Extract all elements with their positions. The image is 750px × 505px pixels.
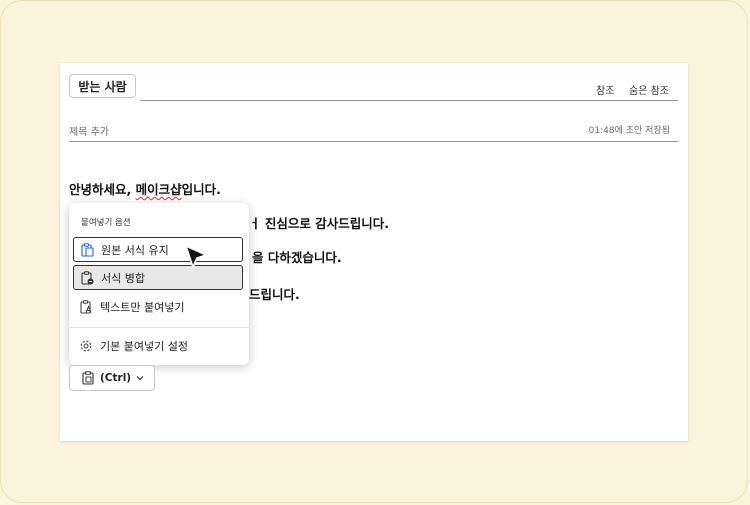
keep-text-only-label: 텍스트만 붙여넣기 (100, 300, 185, 314)
body-line-4[interactable]: 드립니다. (249, 284, 300, 303)
subject-input[interactable]: 제목 추가 (69, 123, 109, 138)
chevron-down-icon (136, 374, 144, 383)
subject-underline (69, 141, 678, 142)
set-default-paste-label: 기본 붙여넣기 설정 (100, 339, 188, 353)
merge-formatting-option[interactable]: 서식 병합 (73, 265, 243, 290)
body-line-greeting[interactable]: 안녕하세요, 메이크샵입니다. (69, 179, 221, 198)
draft-saved-status: 01:48에 초안 저장됨 (588, 126, 670, 136)
body-line-2[interactable]: ㅓ 진심으로 감사드립니다. (249, 213, 389, 232)
to-button[interactable]: 받는 사람 (69, 74, 136, 98)
clipboard-icon (82, 371, 94, 385)
clipboard-keep-icon (80, 242, 94, 257)
greeting-prefix: 안녕하세요, (69, 182, 136, 197)
menu-divider (69, 327, 249, 328)
body-line-3[interactable]: 을 다하겠습니다. (252, 247, 342, 266)
to-input[interactable] (140, 100, 678, 101)
mouse-cursor-icon (183, 244, 209, 274)
greeting-name: 메이크샵 (135, 182, 182, 197)
keep-text-only-option[interactable]: 텍스트만 붙여넣기 (73, 294, 243, 319)
bcc-link[interactable]: 숨은 참조 (629, 82, 669, 97)
greeting-suffix: 입니다. (181, 182, 221, 197)
clipboard-merge-icon (80, 270, 94, 285)
paste-options-button-label: (Ctrl) (100, 372, 132, 384)
clipboard-text-icon (79, 299, 93, 314)
merge-formatting-label: 서식 병합 (101, 271, 145, 285)
paste-options-menu: 붙여넣기 옵션 원본 서식 유지 서식 병합 텍스트만 붙여넣기 기본 붙여넣기… (69, 203, 249, 365)
cc-link[interactable]: 참조 (596, 82, 614, 97)
paste-options-button[interactable]: (Ctrl) (69, 365, 155, 391)
paste-options-title: 붙여넣기 옵션 (81, 218, 131, 228)
gear-icon (79, 339, 93, 353)
keep-source-formatting-option[interactable]: 원본 서식 유지 (73, 237, 243, 262)
set-default-paste-option[interactable]: 기본 붙여넣기 설정 (73, 333, 243, 358)
keep-source-formatting-label: 원본 서식 유지 (101, 243, 169, 257)
